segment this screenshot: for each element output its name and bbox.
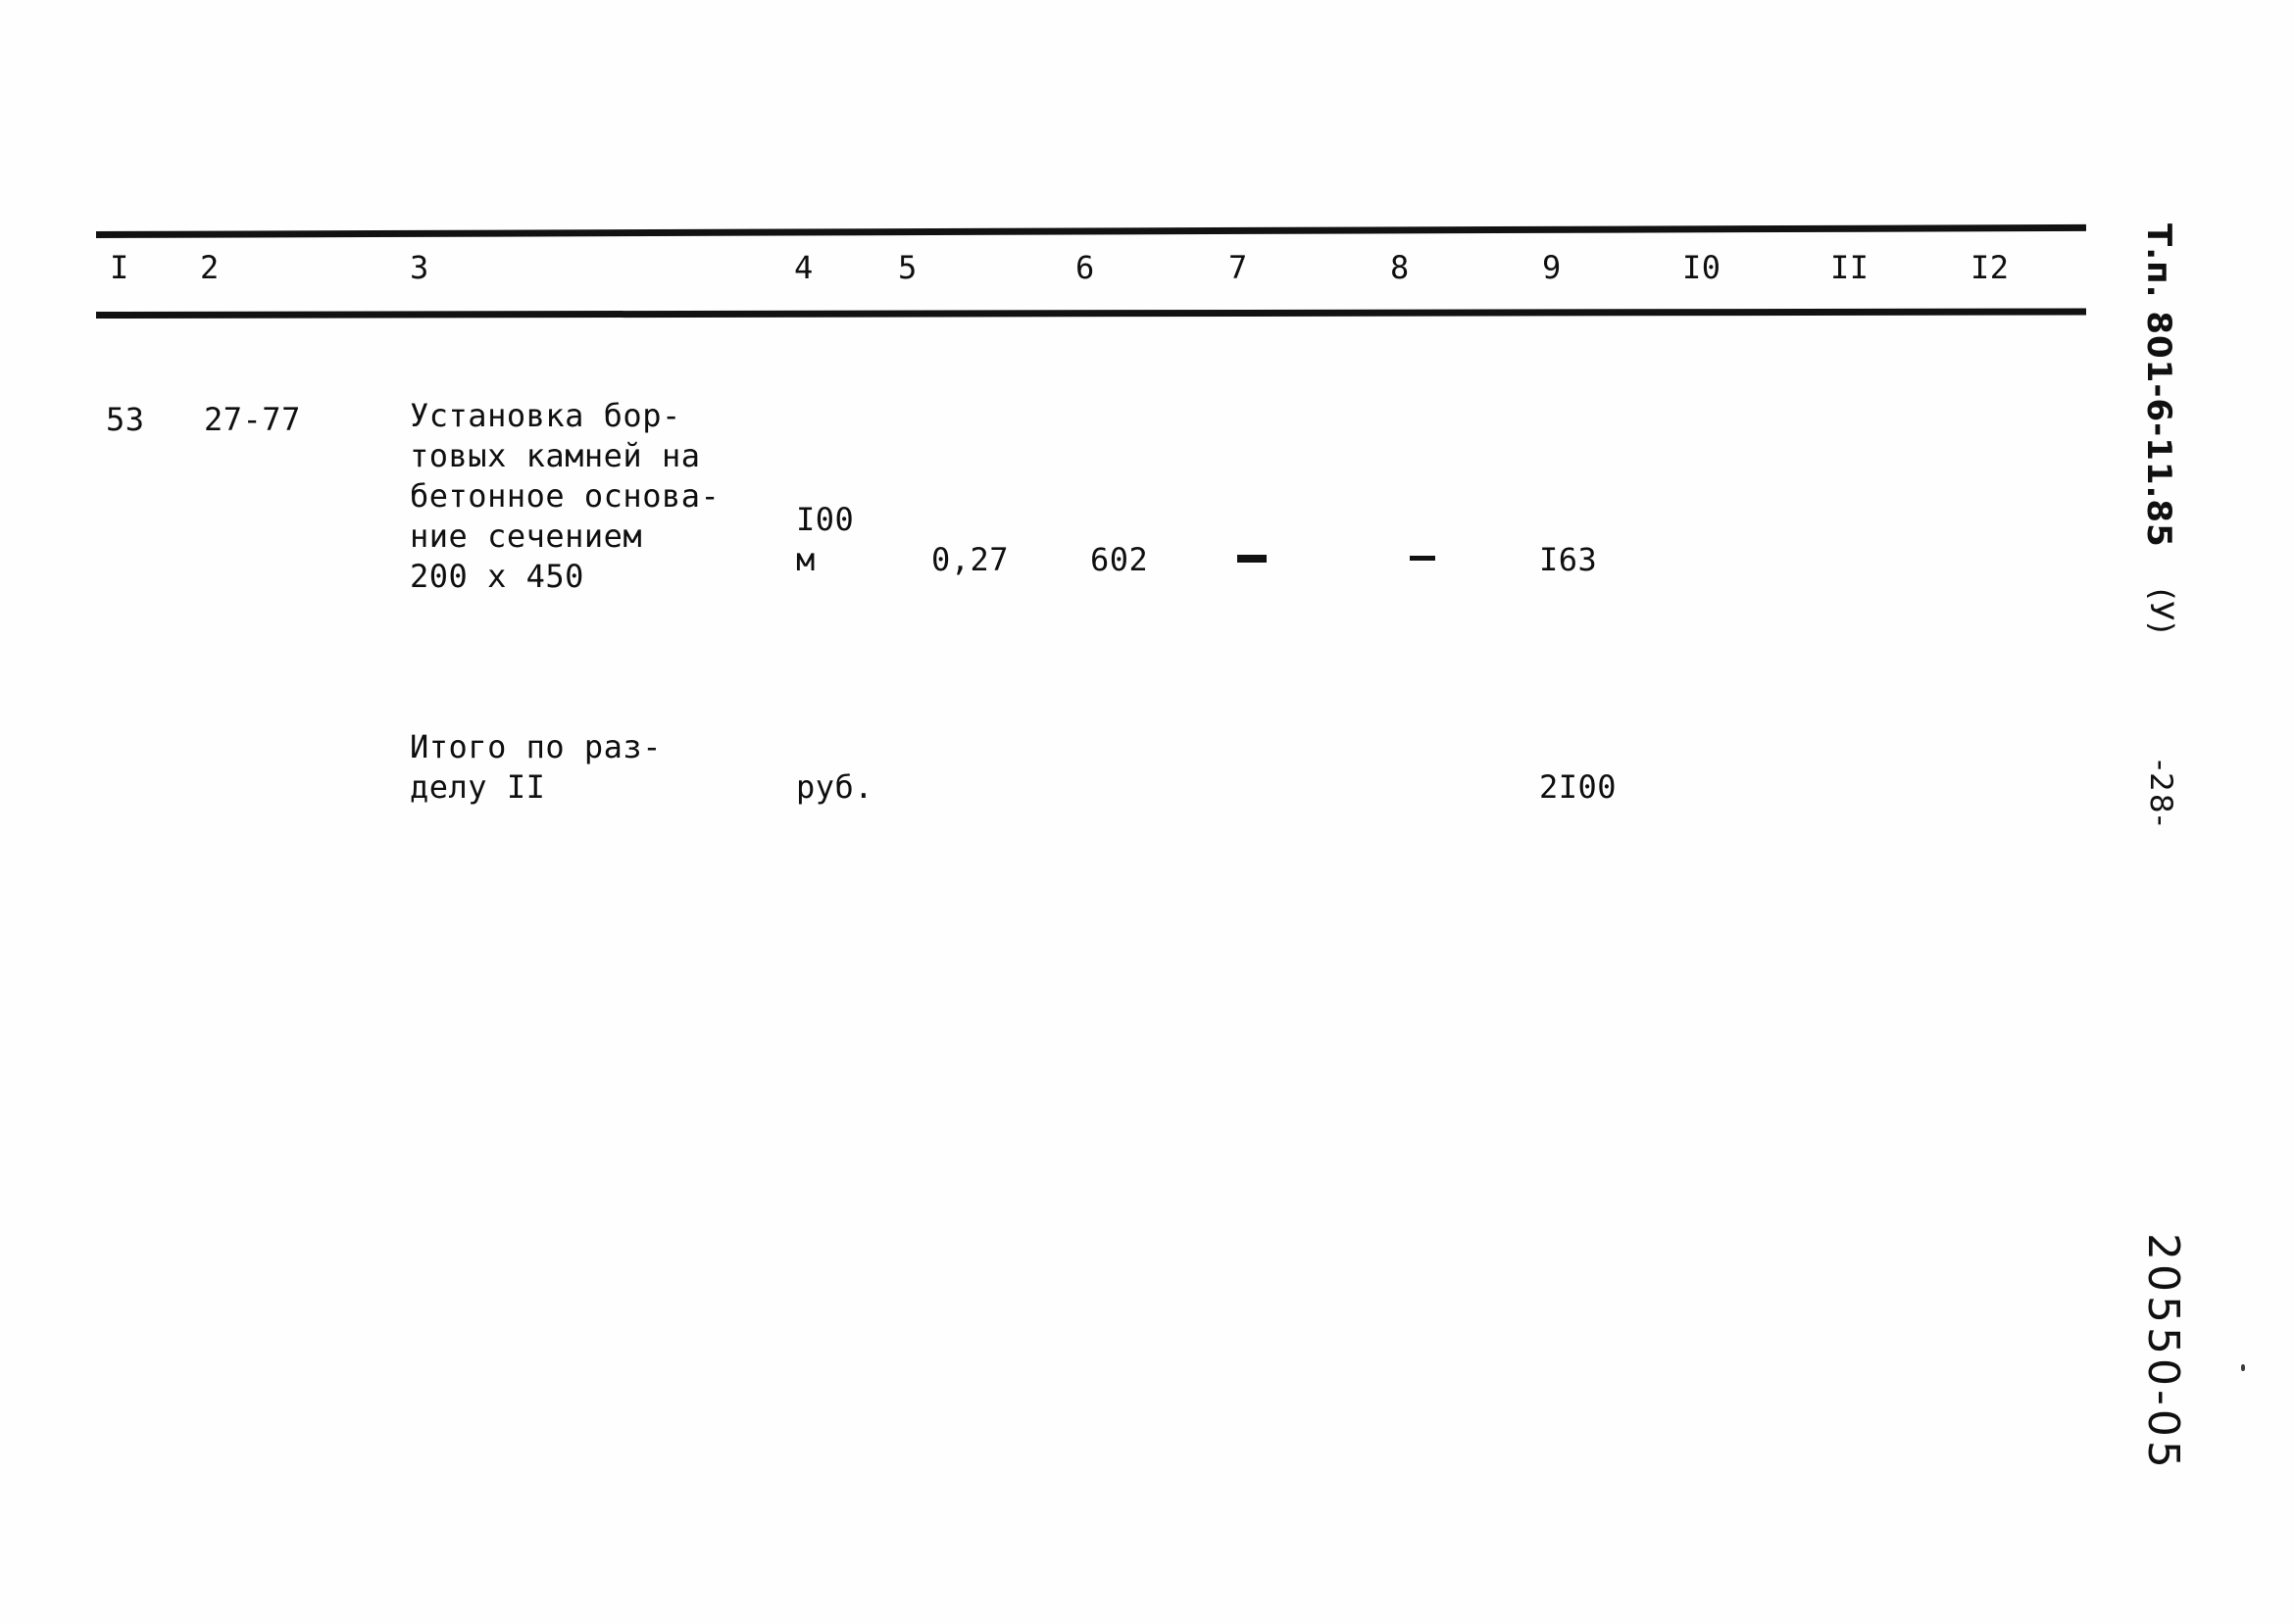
table-row-item-number: 53 <box>106 401 145 438</box>
column-header-11: II <box>1830 249 1870 286</box>
column-header-1: I <box>110 249 129 286</box>
subtotal-row-total: 2I00 <box>1539 768 1618 806</box>
subtotal-row-unit: руб. <box>796 768 874 806</box>
column-header-6: 6 <box>1075 249 1095 286</box>
column-header-2: 2 <box>200 249 220 286</box>
subtotal-row-label: Итого по раз- делу II <box>410 727 662 808</box>
unit-line-1: I00 <box>796 501 855 538</box>
table-top-rule <box>95 223 2086 238</box>
description-line-4: ние сечением <box>410 517 643 555</box>
description-line-2: товых камней на <box>410 437 701 474</box>
description-line-1: Установка бор- <box>410 397 681 434</box>
subtotal-line-1: Итого по раз- <box>410 728 662 765</box>
table-row-total-cost: I63 <box>1539 541 1598 578</box>
column-header-7: 7 <box>1228 249 1248 286</box>
table-row-unit-cost: 602 <box>1090 541 1149 578</box>
scan-speck <box>2241 1364 2245 1371</box>
unit-line-2: м <box>796 541 816 578</box>
table-row-quantity: 0,27 <box>931 541 1010 578</box>
project-code-margin-note: Т.п. 801-6-11.85 <box>2139 223 2178 548</box>
column-header-10: I0 <box>1682 249 1721 286</box>
document-page: I 2 3 4 5 6 7 8 9 I0 II I2 53 27-77 Уста… <box>0 0 2294 1624</box>
column-header-12: I2 <box>1970 249 2010 286</box>
archive-number-stamp: 20550-05 <box>2138 1233 2188 1472</box>
page-number-margin-note: -28- <box>2143 760 2178 828</box>
description-line-3: бетонное основа- <box>410 477 721 515</box>
variant-mark-margin-note: (У) <box>2143 588 2180 635</box>
column-header-9: 9 <box>1542 249 1562 286</box>
table-row-unit: I00 м <box>796 500 854 580</box>
column-header-5: 5 <box>898 249 918 286</box>
table-header-rule <box>95 308 2087 319</box>
table-row-col8-dash <box>1410 556 1435 561</box>
column-header-8: 8 <box>1390 249 1410 286</box>
table-row-description: Установка бор- товых камней на бетонное … <box>410 396 720 597</box>
table-row-col7-dash <box>1237 555 1267 563</box>
subtotal-line-2: делу II <box>410 768 546 806</box>
description-line-5: 200 х 450 <box>410 558 584 595</box>
column-header-3: 3 <box>410 249 429 286</box>
column-header-4: 4 <box>794 249 814 286</box>
table-row-norm-code: 27-77 <box>204 401 301 438</box>
